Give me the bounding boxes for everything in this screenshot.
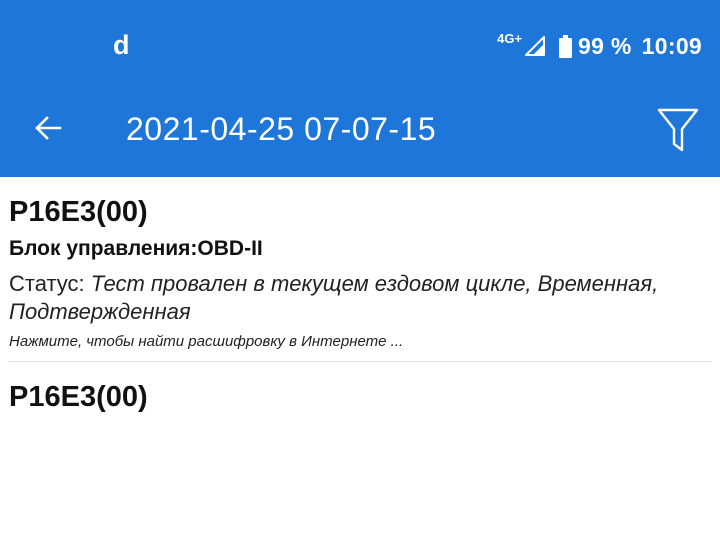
- status-label: Статус:: [9, 271, 91, 296]
- toolbar: 2021-04-25 07-07-15: [0, 92, 720, 177]
- app-bar: d 4G+ 99 % 10:09 2021-04-25 07-07-15: [0, 0, 720, 177]
- filter-icon: [657, 108, 699, 152]
- network-type-label: 4G+: [497, 31, 523, 46]
- page-title: 2021-04-25 07-07-15: [126, 111, 437, 147]
- back-button[interactable]: [22, 106, 74, 150]
- list-item[interactable]: P16E3(00) Блок управления:OBD-II Статус:…: [0, 177, 720, 362]
- status-indicators: 4G+ 99 % 10:09: [497, 30, 702, 62]
- list-item[interactable]: P16E3(00): [0, 362, 720, 547]
- error-status: Статус: Тест провален в текущем ездовом …: [9, 270, 699, 326]
- battery-percent: 99 %: [578, 32, 632, 59]
- control-module: Блок управления:OBD-II: [9, 237, 263, 260]
- error-list: P16E3(00) Блок управления:OBD-II Статус:…: [0, 177, 720, 547]
- error-code: P16E3(00): [9, 196, 148, 228]
- filter-button[interactable]: [650, 102, 706, 158]
- status-bar: d 4G+ 99 % 10:09: [0, 0, 720, 92]
- battery-icon: [559, 34, 573, 58]
- arrow-left-icon: [35, 116, 62, 140]
- signal-icon: [525, 36, 546, 56]
- error-code: P16E3(00): [9, 381, 148, 413]
- status-value: Тест провален в текущем ездовом цикле, В…: [9, 271, 659, 324]
- clock: 10:09: [641, 32, 702, 59]
- app-notification-icon: d: [113, 30, 130, 60]
- search-hint: Нажмите, чтобы найти расшифровку в Интер…: [9, 333, 404, 350]
